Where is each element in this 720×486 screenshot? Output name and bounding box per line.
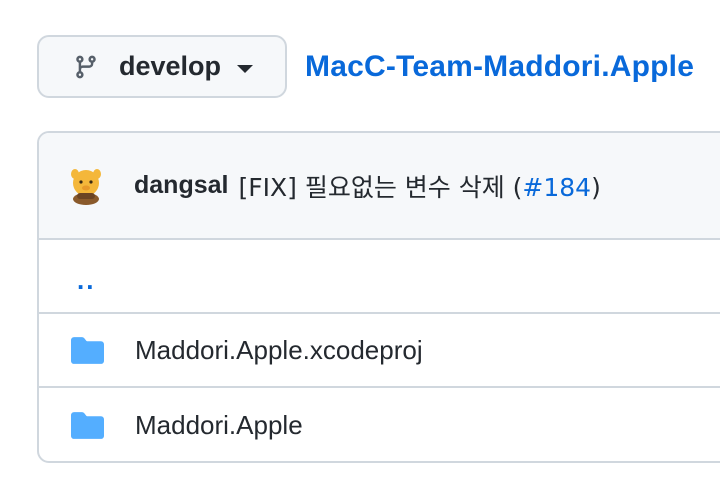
- repo-name-link[interactable]: MacC-Team-Maddori.Apple: [305, 50, 694, 84]
- file-browser: dangsal [FIX] 필요없는 변수 삭제 (#184) .. Maddo…: [37, 131, 720, 463]
- parent-directory-link[interactable]: ..: [77, 265, 95, 296]
- commit-message-suffix: ): [591, 172, 601, 202]
- list-item[interactable]: Maddori.Apple.xcodeproj: [39, 314, 720, 388]
- commit-message[interactable]: [FIX] 필요없는 변수 삭제 (#184): [238, 168, 600, 204]
- parent-directory-row[interactable]: ..: [39, 240, 720, 314]
- triangle-down-icon: [237, 64, 254, 73]
- commit-author-link[interactable]: dangsal: [134, 171, 228, 200]
- branch-name: develop: [119, 51, 222, 81]
- pull-request-link[interactable]: #184: [522, 173, 591, 202]
- latest-commit-bar: dangsal [FIX] 필요없는 변수 삭제 (#184): [39, 133, 720, 240]
- branch-select-button[interactable]: develop: [37, 35, 287, 98]
- commit-message-text[interactable]: [FIX] 필요없는 변수 삭제 (: [238, 173, 522, 202]
- folder-icon: [71, 411, 104, 439]
- repo-header: develop MacC-Team-Maddori.Apple: [37, 35, 694, 98]
- file-name-link[interactable]: Maddori.Apple.xcodeproj: [135, 335, 423, 366]
- list-item[interactable]: Maddori.Apple: [39, 388, 720, 461]
- file-name-link[interactable]: Maddori.Apple: [135, 410, 303, 441]
- avatar[interactable]: [66, 166, 106, 206]
- git-branch-icon: [76, 55, 96, 78]
- folder-icon: [71, 336, 104, 364]
